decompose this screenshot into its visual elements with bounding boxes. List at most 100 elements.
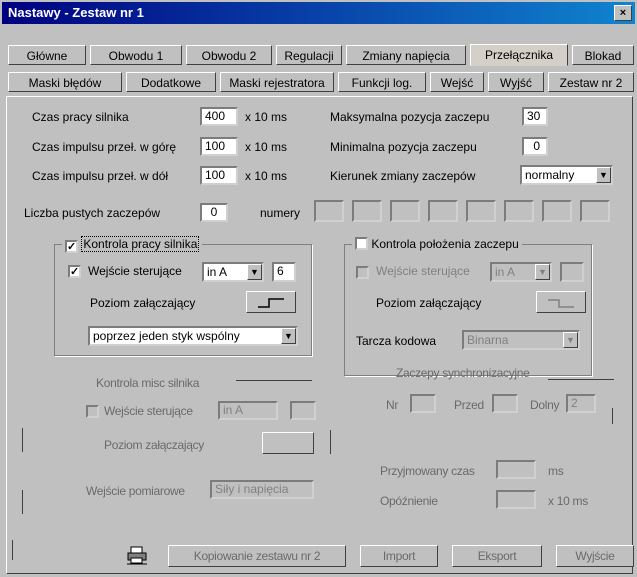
artifact-line <box>22 490 23 514</box>
poziom2-button[interactable] <box>536 291 586 313</box>
czas-pracy-unit: x 10 ms <box>245 110 288 124</box>
pustych-label: Liczba pustych zaczepów <box>24 206 161 220</box>
tab-zmiany-napiecia[interactable]: Zmiany napięcia <box>346 45 466 65</box>
kontrola-pracy-checkbox[interactable]: ✓ <box>65 240 78 253</box>
ghost-x10ms-label: x 10 ms <box>548 494 588 508</box>
import-button[interactable]: Import <box>360 545 438 567</box>
numer-7-input[interactable] <box>542 200 572 222</box>
kontrola-pracy-title: Kontrola pracy silnika <box>81 236 200 252</box>
chevron-down-icon[interactable]: ▼ <box>535 264 550 280</box>
ghost-wejscie-combo[interactable]: in A <box>218 401 278 420</box>
ghost-poziom-button[interactable] <box>262 432 314 454</box>
kierunek-combo[interactable]: normalny ▼ <box>520 165 613 185</box>
wejscie-combo[interactable]: in A ▼ <box>202 262 264 282</box>
ghost-opoznienie-label: Opóźnienie <box>380 494 438 508</box>
wejscie-combo-value: in A <box>207 265 228 279</box>
eksport-button[interactable]: Eksport <box>452 545 542 567</box>
tab-zestaw-nr-2[interactable]: Zestaw nr 2 <box>548 72 634 92</box>
tab-przelacznika[interactable]: Przełącznika <box>470 44 568 66</box>
wejscie2-checkbox[interactable] <box>356 266 369 279</box>
czas-dol-input[interactable]: 100 <box>200 166 238 185</box>
czas-pracy-label: Czas pracy silnika <box>32 110 129 124</box>
czas-dol-label: Czas impulsu przeł. w dół <box>32 169 169 183</box>
ghost-line <box>548 379 614 380</box>
wejscie2-combo-value: in A <box>495 265 516 279</box>
kontrola-pracy-legend: ✓ Kontrola pracy silnika <box>62 236 203 253</box>
wejscie2-num-input[interactable] <box>560 262 584 282</box>
artifact-line <box>12 540 13 560</box>
numer-5-input[interactable] <box>466 200 496 222</box>
artifact-line <box>330 430 331 454</box>
pustych-input[interactable]: 0 <box>200 203 228 222</box>
tarcza-combo[interactable]: Binarna ▼ <box>462 330 580 350</box>
printer-icon <box>127 546 147 565</box>
close-button[interactable]: × <box>614 5 632 21</box>
tab-dodatkowe[interactable]: Dodatkowe <box>126 72 216 92</box>
printer-button[interactable] <box>126 545 152 567</box>
numer-6-input[interactable] <box>504 200 534 222</box>
ghost-przyjmowany-label: Przyjmowany czas <box>380 464 475 478</box>
ghost-przed-label: Przed <box>454 398 484 412</box>
tab-regulacji[interactable]: Regulacji <box>276 45 342 65</box>
tab-obwodu-2[interactable]: Obwodu 2 <box>186 45 272 65</box>
min-poz-input[interactable]: 0 <box>522 137 548 156</box>
artifact-line <box>612 408 613 424</box>
ghost-przyjmowany-input[interactable] <box>496 460 536 479</box>
kontrola-polozenia-title: Kontrola położenia zaczepu <box>371 237 519 251</box>
ghost-poziom-label: Poziom załączający <box>104 438 204 452</box>
ghost-opoznienie-input[interactable] <box>496 490 536 509</box>
tab-blokad[interactable]: Blokad <box>572 45 634 65</box>
ghost-dolny-input[interactable]: 2 <box>566 394 596 413</box>
ghost-przed-input[interactable] <box>492 394 518 413</box>
czas-gore-unit: x 10 ms <box>245 140 288 154</box>
ghost-wejscie-pom-label: Wejście pomiarowe <box>86 484 185 498</box>
ghost-wejscie-checkbox[interactable] <box>86 405 99 418</box>
chevron-down-icon[interactable]: ▼ <box>281 328 296 344</box>
numer-1-input[interactable] <box>314 200 344 222</box>
poziom2-label: Poziom załączający <box>376 296 482 310</box>
poziom-label: Poziom załączający <box>90 296 196 310</box>
ghost-nr-input[interactable] <box>410 394 436 413</box>
kontrola-polozenia-legend: Kontrola położenia zaczepu <box>352 237 522 251</box>
ghost-wejscie-num[interactable] <box>290 401 316 420</box>
tab-funkcji-log[interactable]: Funkcji log. <box>338 72 426 92</box>
kierunek-label: Kierunek zmiany zaczepów <box>330 169 476 183</box>
chevron-down-icon[interactable]: ▼ <box>596 167 611 183</box>
wejscie2-label: Wejście sterujące <box>376 264 470 278</box>
tab-maski-rejestratora[interactable]: Maski rejestratora <box>220 72 334 92</box>
max-poz-label: Maksymalna pozycja zaczepu <box>330 110 490 124</box>
ghost-ms-label: ms <box>548 464 564 478</box>
numer-3-input[interactable] <box>390 200 420 222</box>
wejscie-label: Wejście sterujące <box>88 264 182 278</box>
tab-maski-bledow[interactable]: Maski błędów <box>8 72 122 92</box>
tab-obwodu-1[interactable]: Obwodu 1 <box>90 45 182 65</box>
ghost-dolny-label: Dolny <box>530 398 560 412</box>
poziom-button[interactable] <box>246 291 296 313</box>
chevron-down-icon[interactable]: ▼ <box>563 332 578 348</box>
numer-4-input[interactable] <box>428 200 458 222</box>
wejscie-checkbox[interactable]: ✓ <box>68 265 81 278</box>
tab-wejsc[interactable]: Wejść <box>430 72 484 92</box>
ghost-zaczepy-label: Zaczepy synchronizacyjne <box>396 366 530 380</box>
max-poz-input[interactable]: 30 <box>522 107 548 126</box>
kopiuj-button[interactable]: Kopiowanie zestawu nr 2 <box>168 545 346 567</box>
step-signal-icon <box>258 298 284 308</box>
tarcza-value: Binarna <box>467 333 509 347</box>
tab-glowne[interactable]: Główne <box>8 45 86 65</box>
wyjscie-button[interactable]: Wyjście <box>556 545 634 567</box>
wejscie-num-input[interactable]: 6 <box>272 262 296 282</box>
wejscie2-combo[interactable]: in A ▼ <box>490 262 552 282</box>
kontrola-polozenia-checkbox[interactable] <box>355 237 368 250</box>
chevron-down-icon[interactable]: ▼ <box>247 264 262 280</box>
numer-8-input[interactable] <box>580 200 610 222</box>
czas-dol-unit: x 10 ms <box>245 169 288 183</box>
numer-2-input[interactable] <box>352 200 382 222</box>
tryb-value: poprzez jeden styk wspólny <box>93 329 240 343</box>
czas-pracy-input[interactable]: 400 <box>200 107 238 126</box>
czas-gore-input[interactable]: 100 <box>200 137 238 156</box>
window-title: Nastawy - Zestaw nr 1 <box>8 5 144 20</box>
tarcza-label: Tarcza kodowa <box>356 334 437 348</box>
tryb-combo[interactable]: poprzez jeden styk wspólny ▼ <box>88 326 298 346</box>
tab-wyjsc[interactable]: Wyjść <box>488 72 544 92</box>
ghost-wejscie-pom-combo[interactable]: Siły i napięcia <box>210 480 314 499</box>
